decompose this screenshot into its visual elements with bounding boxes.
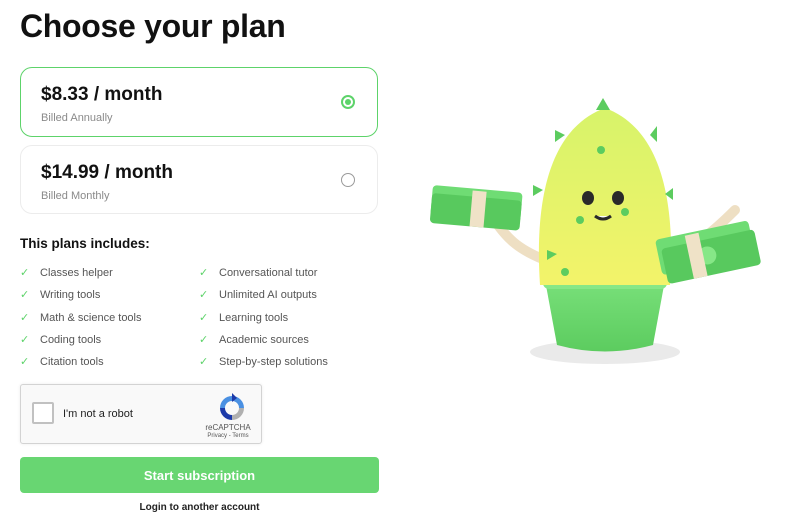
- start-subscription-button[interactable]: Start subscription: [20, 457, 379, 493]
- includes-title: This plans includes:: [20, 236, 150, 251]
- feature-item: ✓ Math & science tools: [20, 312, 142, 324]
- check-icon: ✓: [20, 267, 30, 279]
- recaptcha-brand: reCAPTCHA: [205, 423, 251, 432]
- feature-item: ✓ Unlimited AI outputs: [199, 289, 317, 301]
- recaptcha-icon: [220, 393, 244, 420]
- feature-item: ✓ Classes helper: [20, 267, 113, 279]
- recaptcha-links[interactable]: Privacy - Terms: [203, 433, 253, 439]
- feature-item: ✓ Step-by-step solutions: [199, 356, 328, 368]
- login-another-account-link[interactable]: Login to another account: [20, 502, 379, 513]
- check-icon: ✓: [20, 334, 30, 346]
- check-icon: ✓: [199, 289, 209, 301]
- cactus-mascot-illustration: [430, 98, 761, 364]
- feature-item: ✓ Academic sources: [199, 334, 309, 346]
- recaptcha-checkbox[interactable]: [32, 402, 54, 424]
- plan-billing: Billed Monthly: [41, 190, 110, 202]
- plan-billing: Billed Annually: [41, 112, 113, 124]
- plan-radio-selected[interactable]: [341, 95, 355, 109]
- check-icon: ✓: [199, 267, 209, 279]
- feature-item: ✓ Citation tools: [20, 356, 104, 368]
- check-icon: ✓: [20, 289, 30, 301]
- feature-item: ✓ Coding tools: [20, 334, 102, 346]
- check-icon: ✓: [199, 356, 209, 368]
- recaptcha-label: I'm not a robot: [63, 408, 133, 420]
- feature-item: ✓ Writing tools: [20, 289, 101, 301]
- plan-radio[interactable]: [341, 173, 355, 187]
- feature-item: ✓ Conversational tutor: [199, 267, 318, 279]
- recaptcha-widget: I'm not a robot reCAPTCHA Privacy - Term…: [20, 384, 262, 444]
- check-icon: ✓: [199, 334, 209, 346]
- page-title: Choose your plan: [20, 8, 286, 44]
- plan-annual-card[interactable]: $8.33 / month Billed Annually: [20, 67, 378, 137]
- check-icon: ✓: [20, 312, 30, 324]
- check-icon: ✓: [199, 312, 209, 324]
- plan-monthly-card[interactable]: $14.99 / month Billed Monthly: [20, 145, 378, 214]
- check-icon: ✓: [20, 356, 30, 368]
- plan-price: $8.33 / month: [41, 84, 163, 105]
- plan-price: $14.99 / month: [41, 162, 173, 183]
- feature-item: ✓ Learning tools: [199, 312, 289, 324]
